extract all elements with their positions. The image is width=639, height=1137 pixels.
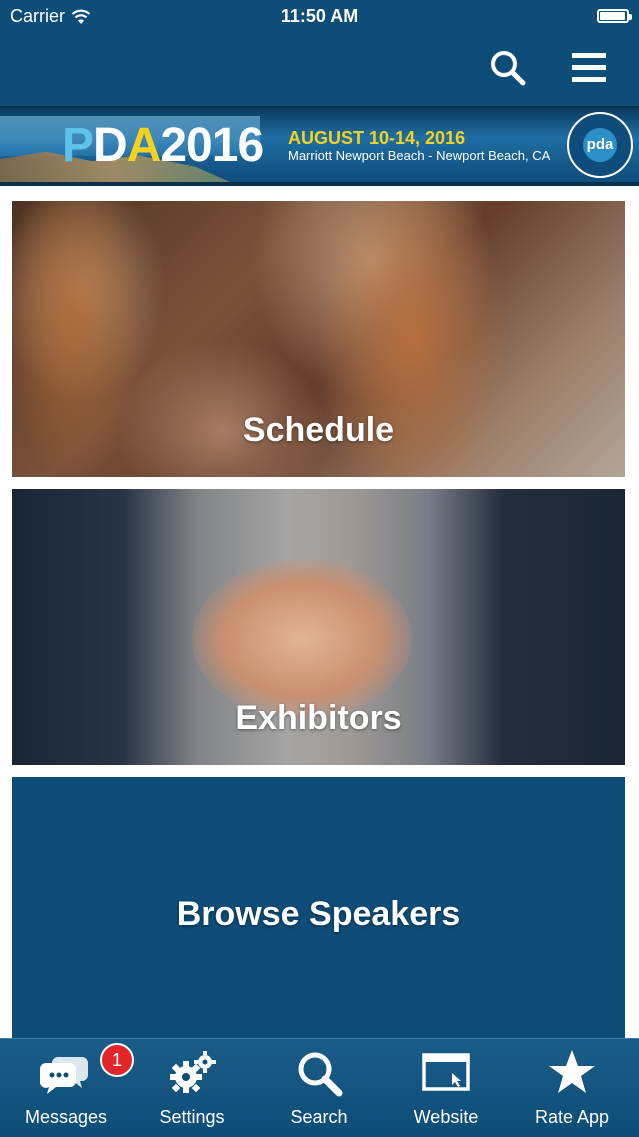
tab-settings[interactable]: Settings (132, 1039, 252, 1137)
tab-search[interactable]: Search (259, 1039, 379, 1137)
hamburger-menu-icon[interactable] (567, 46, 611, 90)
search-icon (298, 1052, 343, 1097)
tab-messages-label: Messages (24, 1107, 108, 1127)
event-title-p: P (62, 119, 94, 172)
star-icon (549, 1050, 595, 1093)
settings-icon (170, 1051, 216, 1093)
event-venue: Marriott Newport Beach - Newport Beach, … (288, 148, 551, 163)
tab-search-label: Search (290, 1107, 348, 1127)
browse-speakers-tile-label: Browse Speakers (176, 895, 461, 933)
event-title-d: D (93, 119, 128, 172)
exhibitors-tile-label: Exhibitors (235, 699, 402, 737)
event-title-year: 2016 (160, 119, 264, 172)
tab-website[interactable]: Website (386, 1039, 506, 1137)
search-icon[interactable] (486, 46, 530, 90)
status-time: 11:50 AM (280, 6, 359, 26)
pda-logo-text: pda (583, 128, 617, 162)
exhibitors-photo-handshake (192, 559, 412, 719)
messages-icon (40, 1057, 88, 1094)
battery-icon (597, 9, 632, 23)
event-dates: AUGUST 10-14, 2016 (288, 128, 466, 148)
schedule-tile[interactable]: Schedule (12, 201, 625, 477)
nav-bar (0, 34, 639, 106)
website-icon (422, 1053, 470, 1091)
status-bar: Carrier 11:50 AM (0, 0, 639, 34)
tab-rate-app[interactable]: Rate App (512, 1039, 632, 1137)
event-banner: PDA2016 AUGUST 10-14, 2016 Marriott Newp… (0, 106, 639, 186)
exhibitors-tile[interactable]: Exhibitors (12, 489, 625, 765)
tab-website-label: Website (413, 1107, 479, 1127)
messages-badge: 1 (100, 1043, 134, 1077)
home-content: Schedule Exhibitors Browse Speakers (0, 186, 639, 1038)
browse-speakers-tile[interactable]: Browse Speakers (12, 777, 625, 1038)
tab-messages[interactable]: 1 Messages (6, 1039, 134, 1137)
pda-logo-seal: pda (567, 112, 633, 178)
tab-rate-app-label: Rate App (534, 1107, 610, 1127)
schedule-tile-label: Schedule (242, 411, 395, 449)
tab-bar: 1 Messages Settings Search Website Rate … (0, 1038, 639, 1136)
event-title-a: A (126, 119, 162, 172)
event-title: PDA2016 (62, 119, 264, 172)
tab-settings-label: Settings (159, 1107, 225, 1127)
